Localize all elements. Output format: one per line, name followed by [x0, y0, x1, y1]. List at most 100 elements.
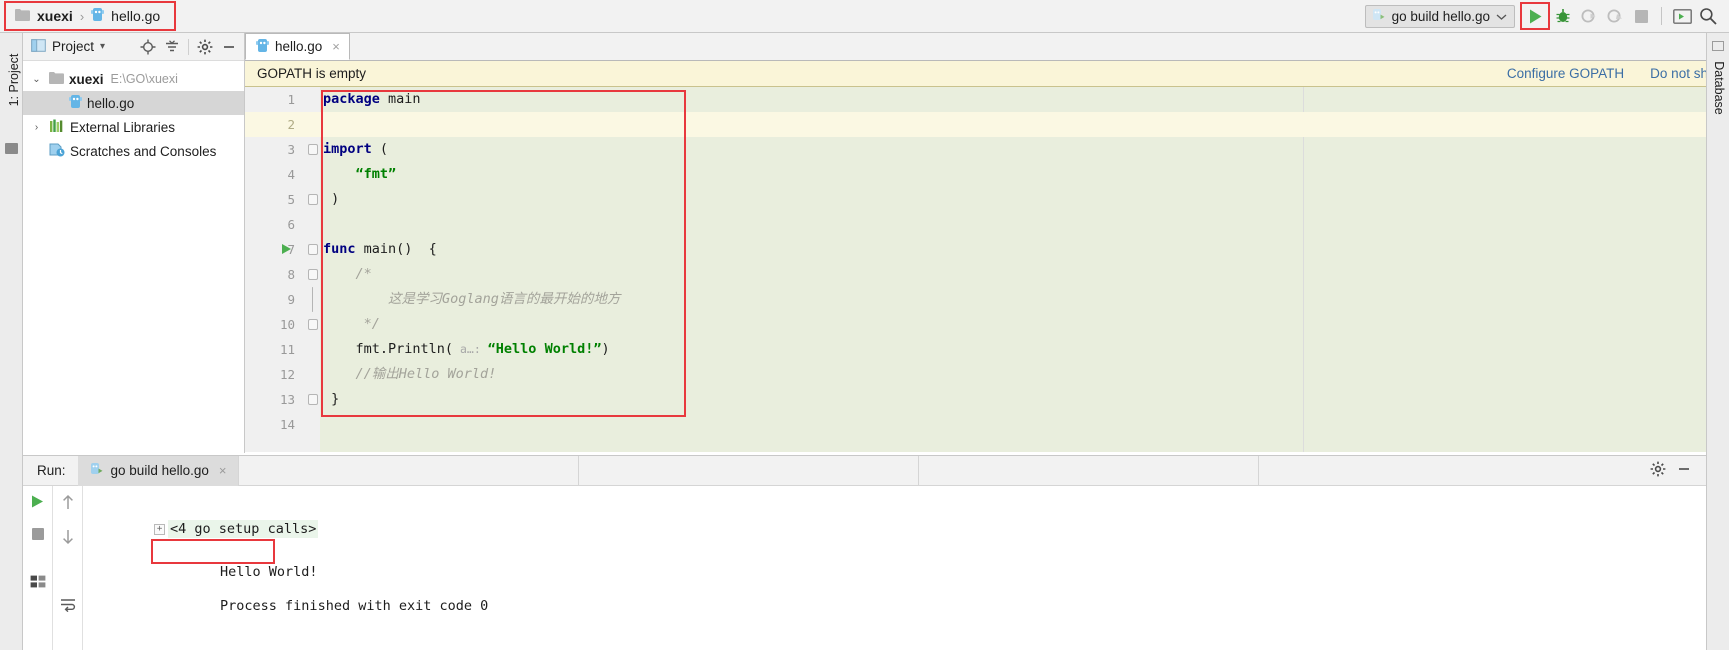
code-fold-handle[interactable]	[308, 394, 318, 405]
configure-gopath-link[interactable]: Configure GOPATH	[1507, 66, 1624, 81]
hide-panel-icon[interactable]	[218, 36, 240, 58]
project-tree: ⌄ xuexi E:\GO\xuexi hello.go › External …	[23, 61, 244, 163]
chevron-down-icon[interactable]: ⌄	[29, 74, 44, 85]
code-line-text: func main() {	[323, 237, 437, 262]
line-number: 13	[279, 392, 295, 407]
code-line[interactable]: 3 import (	[245, 137, 1729, 162]
run-header-column	[578, 455, 918, 486]
tree-item-xuexi[interactable]: ⌄ xuexi E:\GO\xuexi	[23, 67, 244, 91]
structure-icon[interactable]	[5, 143, 18, 154]
project-panel-header: Project ▾	[23, 33, 244, 61]
go-file-icon	[256, 38, 269, 56]
code-fold-handle[interactable]	[308, 269, 318, 280]
gutter-run-icon[interactable]	[282, 244, 291, 254]
code-token: 这是学习Goglang语言的最开始的地方	[323, 291, 621, 307]
breadcrumb-project[interactable]: xuexi	[37, 8, 73, 24]
tree-item-hello-go[interactable]: hello.go	[23, 91, 244, 115]
code-line[interactable]: 7 func main() {	[245, 237, 1729, 262]
header-divider	[188, 38, 189, 55]
code-line[interactable]: 9 这是学习Goglang语言的最开始的地方	[245, 287, 1729, 312]
code-fold-handle[interactable]	[308, 319, 318, 330]
toggle-tasks-icon[interactable]	[30, 575, 46, 591]
scratches-icon	[49, 142, 65, 160]
code-fold-handle[interactable]	[308, 144, 318, 155]
code-token: main	[379, 91, 421, 107]
tree-item-external-libraries[interactable]: › External Libraries	[23, 115, 244, 139]
line-number: 6	[287, 217, 295, 232]
close-icon[interactable]: ×	[219, 463, 227, 478]
console-line-setup-calls[interactable]: + <4 go setup calls>	[89, 492, 1706, 538]
console-line-output: Hello World!	[155, 541, 318, 580]
profile-button	[1602, 2, 1628, 30]
project-tool-window: Project ▾ ⌄ xuexi E:\GO\xuexi hello.go ›…	[23, 33, 245, 453]
run-tab-go-build[interactable]: go build hello.go ×	[77, 455, 239, 486]
code-editor[interactable]: 1 package main 2 3 import (4 “fmt” 5 ) 6 7 func …	[245, 87, 1729, 452]
code-line[interactable]: 6	[245, 212, 1729, 237]
code-line-text: import (	[323, 137, 388, 162]
hide-panel-icon[interactable]	[1676, 461, 1692, 480]
line-number: 14	[279, 417, 295, 432]
expand-icon[interactable]: +	[154, 523, 166, 535]
console-button[interactable]	[1669, 2, 1695, 30]
scroll-down-icon[interactable]	[61, 529, 75, 548]
rerun-icon[interactable]	[30, 494, 45, 512]
sidebar-tab-project[interactable]: 1: Project	[7, 44, 21, 116]
code-line[interactable]: 2	[245, 112, 1729, 137]
code-line[interactable]: 14	[245, 412, 1729, 437]
go-file-icon	[91, 7, 105, 25]
breadcrumb-file[interactable]: hello.go	[111, 8, 160, 24]
sidebar-tab-database[interactable]: Database	[1712, 52, 1726, 124]
close-icon[interactable]: ×	[332, 39, 340, 54]
run-console[interactable]: + <4 go setup calls> Hello World! Process…	[83, 486, 1706, 650]
chevron-right-icon[interactable]: ›	[29, 122, 44, 133]
code-line[interactable]: 11 fmt.Println( a…: “Hello World!”)	[245, 337, 1729, 362]
code-line[interactable]: 1 package main	[245, 87, 1729, 112]
code-fold-handle[interactable]	[308, 194, 318, 205]
code-line[interactable]: 4 “fmt”	[245, 162, 1729, 187]
code-line-text: package main	[323, 87, 421, 112]
run-configuration-selector[interactable]: go build hello.go	[1364, 4, 1515, 28]
tree-item-label: External Libraries	[70, 119, 176, 135]
tree-item-label: Scratches and Consoles	[70, 143, 217, 159]
code-line[interactable]: 10 */	[245, 312, 1729, 337]
stop-icon[interactable]	[31, 528, 44, 543]
collapse-all-icon[interactable]	[161, 36, 183, 58]
code-token: )	[601, 341, 610, 357]
line-number: 8	[287, 267, 295, 282]
run-side-column-b	[52, 486, 82, 650]
code-token: func	[323, 241, 356, 257]
project-title-caret-icon[interactable]: ▾	[100, 41, 105, 52]
soft-wrap-icon[interactable]	[60, 598, 76, 615]
debug-button[interactable]	[1550, 2, 1576, 30]
run-button[interactable]	[1520, 2, 1550, 30]
code-line[interactable]: 5 )	[245, 187, 1729, 212]
locate-target-icon[interactable]	[137, 36, 159, 58]
gear-icon[interactable]	[194, 36, 216, 58]
editor-tab-hello-go[interactable]: hello.go ×	[245, 33, 350, 60]
run-header-column	[238, 455, 578, 486]
gear-icon[interactable]	[1650, 461, 1666, 480]
go-run-config-icon	[1372, 8, 1386, 25]
code-line[interactable]: 8 /*	[245, 262, 1729, 287]
editor-area: hello.go × GOPATH is empty Configure GOP…	[245, 33, 1729, 453]
tree-item-scratches-and-consoles[interactable]: Scratches and Consoles	[23, 139, 244, 163]
line-number: 9	[287, 292, 295, 307]
code-fold-handle[interactable]	[312, 287, 313, 312]
code-line[interactable]: 12 //输出Hello World!	[245, 362, 1729, 387]
code-line-text: )	[323, 187, 339, 212]
code-token: fmt.Println(	[323, 341, 454, 357]
scroll-thumb-icon[interactable]	[1712, 41, 1724, 51]
search-icon[interactable]	[1695, 2, 1721, 30]
code-lines: 1 package main 2 3 import (4 “fmt” 5 ) 6 7 func …	[245, 87, 1729, 452]
console-line-exit: Process finished with exit code 0	[155, 569, 1706, 614]
code-line[interactable]: 13 }	[245, 387, 1729, 412]
code-token: package	[323, 91, 380, 107]
console-exit-text: Process finished with exit code 0	[220, 598, 489, 614]
code-line-text: }	[323, 387, 339, 412]
breadcrumb[interactable]: xuexi › hello.go	[10, 4, 168, 28]
code-fold-handle[interactable]	[308, 244, 318, 255]
scroll-up-icon[interactable]	[61, 494, 75, 513]
line-number: 3	[287, 142, 295, 157]
chevron-down-icon[interactable]	[1496, 9, 1507, 24]
code-line-text: */	[323, 312, 380, 337]
